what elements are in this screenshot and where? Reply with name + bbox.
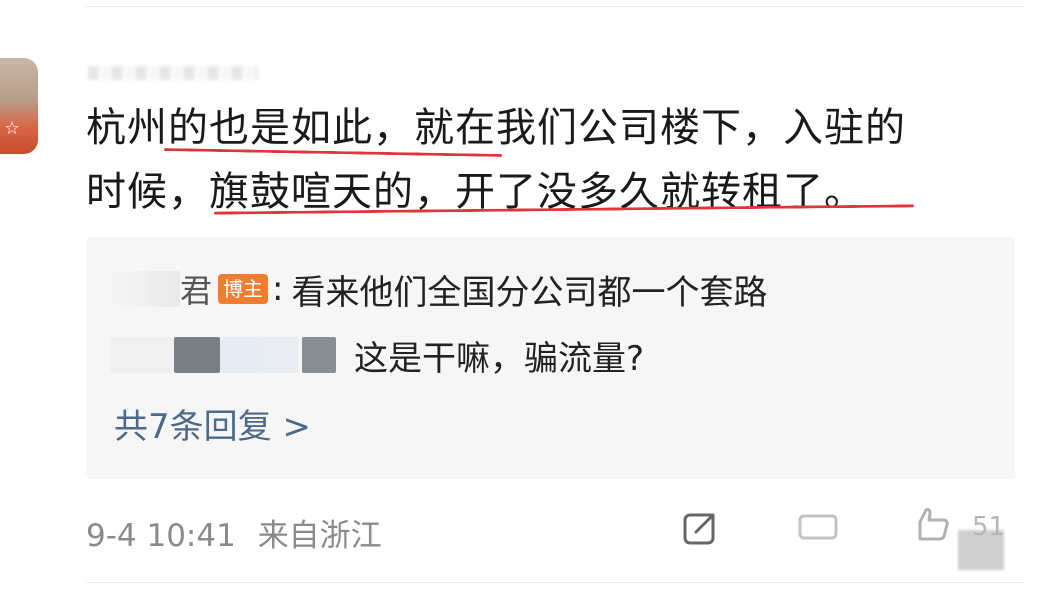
username-blurred[interactable] [88, 66, 258, 80]
reply-author-blurred[interactable] [174, 337, 220, 373]
like-icon[interactable] [914, 506, 952, 542]
reply-author-blurred[interactable] [110, 271, 180, 307]
more-replies-link[interactable]: 共7条回复 > [114, 399, 311, 448]
reply-author-fragment[interactable]: 君 [180, 266, 212, 312]
avatar-badge-icon: ☆ [4, 118, 21, 139]
reply-row-1[interactable]: 君 博主 : 看来他们全国分公司都一个套路 [110, 259, 767, 319]
timestamp: 9-4 10:41 [86, 518, 236, 554]
reply-author-blurred[interactable] [260, 337, 298, 373]
location: 来自浙江 [257, 518, 382, 554]
reply-box: 君 博主 : 看来他们全国分公司都一个套路 这是干嘛，骗流量? 共7条回复 > [86, 237, 1015, 479]
reply-author-blurred[interactable] [110, 337, 174, 373]
action-bar: 51 [680, 506, 1040, 570]
reply-author-blurred[interactable] [302, 337, 336, 373]
like-count: 51 [972, 512, 1006, 542]
reply-text-2: 这是干嘛，骗流量? [354, 338, 645, 379]
reply-row-2[interactable]: 这是干嘛，骗流量? [110, 325, 644, 385]
bottom-divider [86, 582, 1025, 583]
reply-author-blurred[interactable] [220, 337, 260, 373]
blogger-badge: 博主 [218, 274, 269, 304]
top-divider [85, 6, 1025, 7]
comment-icon[interactable] [798, 514, 838, 542]
reply-text-1: 看来他们全国分公司都一个套路 [291, 272, 768, 313]
comment-text: 杭州的也是如此，就在我们公司楼下，入驻的 时候，旗鼓喧天的，开了没多久就转租了。 [86, 96, 1016, 224]
reply-separator: : [272, 269, 284, 309]
avatar[interactable]: ☆ [0, 58, 38, 154]
share-icon[interactable] [682, 510, 718, 546]
comment-meta: 9-4 10:41 来自浙江 [86, 510, 382, 555]
